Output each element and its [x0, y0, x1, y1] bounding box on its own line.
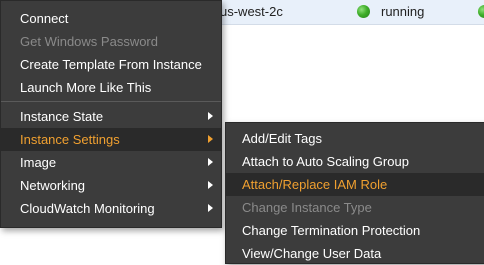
chevron-right-icon [208, 158, 213, 166]
chevron-right-icon [208, 204, 213, 212]
menu-item-instance-state[interactable]: Instance State [1, 105, 221, 128]
menu-item-label: Instance Settings [20, 132, 120, 147]
menu-item-label: CloudWatch Monitoring [20, 201, 155, 216]
instance-state-cell: running [381, 4, 425, 19]
menu-item-label: Create Template From Instance [20, 57, 202, 72]
submenu-item-change-termination-protection[interactable]: Change Termination Protection [226, 219, 484, 242]
submenu-item-add-edit-tags[interactable]: Add/Edit Tags [226, 127, 484, 150]
menu-item-label: Add/Edit Tags [242, 131, 322, 146]
menu-item-get-windows-password: Get Windows Password [1, 30, 221, 53]
menu-item-label: Change Instance Type [242, 200, 372, 215]
menu-item-label: Get Windows Password [20, 34, 158, 49]
menu-item-label: Attach to Auto Scaling Group [242, 154, 409, 169]
menu-item-label: Launch More Like This [20, 80, 152, 95]
chevron-right-icon [208, 135, 213, 143]
submenu-item-attach-replace-iam-role[interactable]: Attach/Replace IAM Role [226, 173, 484, 196]
menu-item-launch-more-like-this[interactable]: Launch More Like This [1, 76, 221, 99]
submenu-item-view-change-user-data[interactable]: View/Change User Data [226, 242, 484, 265]
menu-item-label: Attach/Replace IAM Role [242, 177, 388, 192]
menu-item-networking[interactable]: Networking [1, 174, 221, 197]
menu-item-connect[interactable]: Connect [1, 7, 221, 30]
menu-item-label: View/Change User Data [242, 246, 382, 261]
status-check-icon [478, 5, 484, 18]
menu-item-instance-settings[interactable]: Instance Settings [1, 128, 221, 151]
submenu-item-change-instance-type: Change Instance Type [226, 196, 484, 219]
menu-item-image[interactable]: Image [1, 151, 221, 174]
menu-divider [1, 101, 221, 102]
submenu-item-attach-auto-scaling-group[interactable]: Attach to Auto Scaling Group [226, 150, 484, 173]
menu-item-label: Image [20, 155, 57, 170]
menu-item-label: Change Termination Protection [242, 223, 421, 238]
availability-zone-cell: us-west-2c [220, 4, 283, 19]
menu-item-label: Connect [20, 11, 69, 26]
menu-item-cloudwatch-monitoring[interactable]: CloudWatch Monitoring [1, 197, 221, 220]
instance-settings-submenu: Add/Edit Tags Attach to Auto Scaling Gro… [225, 122, 484, 264]
running-status-icon [357, 5, 370, 18]
instance-actions-context-menu: Connect Get Windows Password Create Temp… [0, 0, 222, 228]
menu-item-label: Networking [20, 178, 86, 193]
menu-item-create-template[interactable]: Create Template From Instance [1, 53, 221, 76]
chevron-right-icon [208, 181, 213, 189]
chevron-right-icon [208, 112, 213, 120]
menu-item-label: Instance State [20, 109, 104, 124]
